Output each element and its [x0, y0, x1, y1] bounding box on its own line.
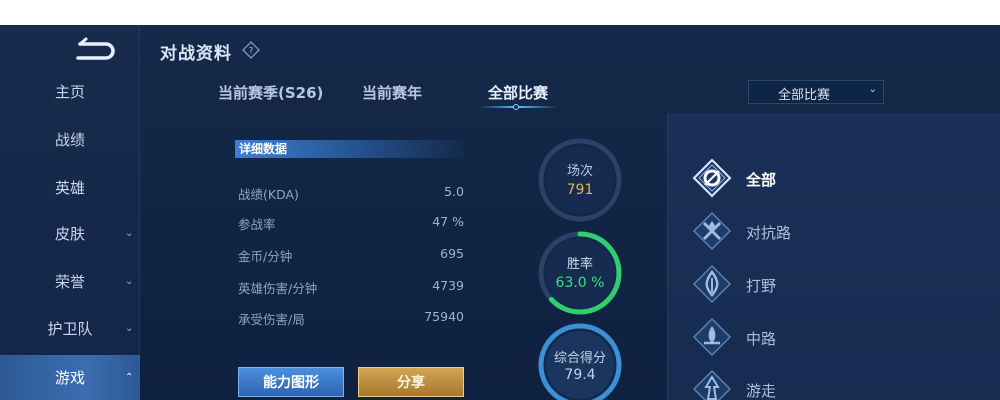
page-title: 对战资料: [160, 44, 232, 64]
sidebar-item-guard[interactable]: 护卫队 ⌄: [0, 308, 140, 348]
sidebar-item-record[interactable]: 战绩: [0, 119, 140, 159]
chevron-down-icon: ⌄: [125, 322, 134, 334]
stat-label: 金币/分钟: [238, 249, 293, 264]
chevron-up-icon: ⌃: [125, 372, 134, 383]
all-role-icon: [692, 158, 732, 198]
mid-lane-icon: [692, 317, 732, 357]
help-icon[interactable]: ?: [242, 41, 260, 59]
sidebar-item-label: 战绩: [54, 130, 85, 149]
stat-row: 英雄伤害/分钟 4739: [238, 278, 464, 298]
role-item-clash-lane[interactable]: 对抗路: [692, 211, 972, 251]
svg-text:?: ?: [249, 47, 254, 57]
role-item-jungle[interactable]: 打野: [692, 264, 972, 304]
winrate-value: 63.0 %: [556, 275, 605, 291]
game-screen: 主页 战绩 英雄 皮肤 ⌄ 荣誉 ⌄ 护卫队 ⌄ 游戏 ⌃ 对战资料 ? 当前赛…: [0, 25, 1000, 400]
role-item-mid-lane[interactable]: 中路: [692, 317, 972, 357]
matches-ring: 场次 791: [538, 138, 622, 222]
match-filter-dropdown[interactable]: 全部比赛 ⌄: [748, 80, 884, 104]
role-label: 对抗路: [746, 224, 792, 242]
stat-value: 47 %: [432, 214, 464, 229]
tab-current-year[interactable]: 当前赛年: [362, 82, 422, 103]
stat-label: 参战率: [238, 217, 276, 232]
sidebar-item-label: 主页: [54, 82, 85, 101]
role-item-all[interactable]: 全部: [692, 158, 972, 198]
stat-row: 金币/分钟 695: [238, 246, 464, 266]
share-button[interactable]: 分享: [358, 367, 464, 397]
stat-value: 695: [440, 246, 464, 261]
role-label: 中路: [746, 330, 777, 348]
score-label: 综合得分: [554, 350, 606, 366]
sidebar: 主页 战绩 英雄 皮肤 ⌄ 荣誉 ⌄ 护卫队 ⌄ 游戏 ⌃: [0, 25, 140, 400]
stat-value: 5.0: [444, 184, 464, 199]
role-filter-panel: 全部 对抗路 打野 中路 游走: [667, 113, 1000, 400]
stat-value: 4739: [432, 278, 464, 293]
sidebar-item-skins[interactable]: 皮肤 ⌄: [0, 213, 140, 253]
stat-row: 承受伤害/局 75940: [238, 309, 464, 329]
back-arrow-icon[interactable]: [72, 35, 120, 65]
sidebar-item-label: 荣誉: [54, 272, 85, 291]
score-ring: 综合得分 79.4: [538, 323, 622, 400]
dropdown-value: 全部比赛: [777, 88, 830, 103]
clash-lane-icon: [692, 211, 732, 251]
role-label: 打野: [746, 277, 777, 295]
sidebar-item-game[interactable]: 游戏 ⌃: [0, 355, 140, 400]
matches-label: 场次: [567, 163, 593, 179]
sidebar-item-honor[interactable]: 荣誉 ⌄: [0, 261, 140, 301]
chevron-down-icon: ⌄: [125, 275, 134, 287]
sidebar-item-label: 皮肤: [54, 224, 85, 243]
roam-icon: [692, 369, 732, 400]
role-item-roam[interactable]: 游走: [692, 369, 972, 400]
winrate-label: 胜率: [567, 256, 593, 272]
winrate-ring: 胜率 63.0 %: [538, 231, 622, 315]
stat-label: 英雄伤害/分钟: [238, 281, 318, 296]
detail-stats-header: 详细数据: [235, 140, 465, 158]
stat-row: 参战率 47 %: [238, 214, 464, 234]
matches-value: 791: [567, 182, 594, 198]
chevron-down-icon: ⌄: [125, 227, 134, 239]
stat-label: 承受伤害/局: [238, 312, 305, 327]
stat-row: 战绩(KDA) 5.0: [238, 184, 464, 204]
chevron-down-icon: ⌄: [868, 84, 877, 95]
sidebar-item-label: 游戏: [54, 369, 85, 387]
tab-current-season[interactable]: 当前赛季(S26): [218, 82, 323, 103]
stat-label: 战绩(KDA): [238, 187, 299, 202]
tab-all-matches[interactable]: 全部比赛: [488, 82, 548, 103]
tab-active-indicator: [513, 104, 519, 110]
score-value: 79.4: [564, 367, 595, 383]
stat-value: 75940: [424, 309, 464, 324]
jungle-icon: [692, 264, 732, 304]
role-label: 全部: [746, 171, 777, 189]
role-label: 游走: [746, 382, 777, 400]
sidebar-item-label: 护卫队: [47, 319, 93, 338]
sidebar-item-heroes[interactable]: 英雄: [0, 167, 140, 207]
sidebar-item-label: 英雄: [54, 178, 85, 197]
sidebar-item-home[interactable]: 主页: [0, 71, 140, 111]
ability-chart-button[interactable]: 能力图形: [238, 367, 344, 397]
